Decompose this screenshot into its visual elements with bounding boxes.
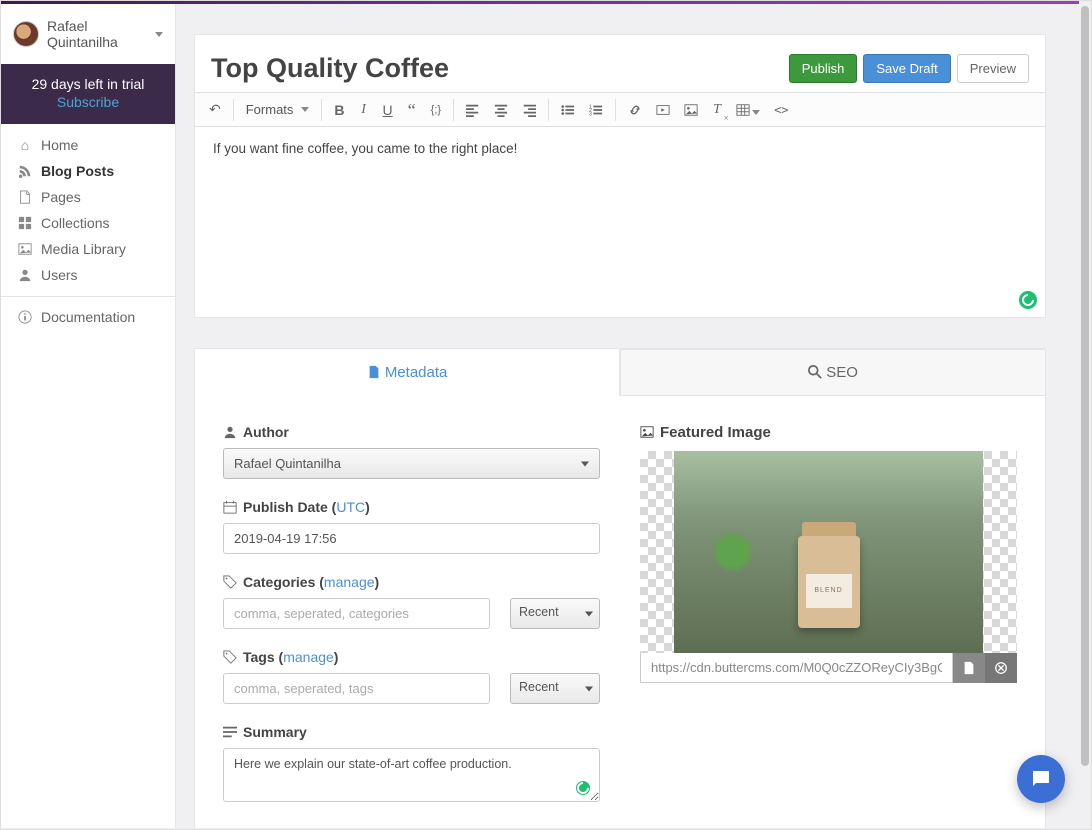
remove-image-button[interactable] xyxy=(985,653,1017,683)
categories-input[interactable] xyxy=(223,598,490,629)
home-icon: ⌂ xyxy=(17,137,33,153)
publish-button[interactable]: Publish xyxy=(789,54,858,83)
grid-icon xyxy=(17,215,33,231)
tags-recent-select[interactable]: Recent xyxy=(510,673,600,704)
editor-body[interactable]: If you want fine coffee, you came to the… xyxy=(195,127,1045,317)
user-name: Rafael Quintanilha xyxy=(47,18,151,50)
sidebar-item-documentation[interactable]: Documentation xyxy=(1,296,175,330)
image-icon xyxy=(17,241,33,257)
clear-format-icon[interactable]: T× xyxy=(706,98,728,122)
bullet-list-icon[interactable] xyxy=(555,98,581,122)
categories-recent-select[interactable]: Recent xyxy=(510,598,600,629)
formats-dropdown[interactable]: Formats xyxy=(240,98,316,121)
tab-metadata[interactable]: Metadata xyxy=(195,349,620,396)
undo-icon[interactable]: ↶ xyxy=(203,97,227,122)
sidebar: Rafael Quintanilha 29 days left in trial… xyxy=(1,4,176,828)
manage-tags-link[interactable]: manage xyxy=(283,649,334,665)
tags-input[interactable] xyxy=(223,673,490,704)
trial-text: 29 days left in trial xyxy=(32,76,145,92)
numbered-list-icon[interactable]: 123 xyxy=(583,98,609,122)
metadata-left: Author Rafael Quintanilha Publish Date (… xyxy=(223,424,600,825)
categories-field: Categories (manage) Recent xyxy=(223,574,600,629)
tab-seo[interactable]: SEO xyxy=(620,349,1045,396)
utc-link[interactable]: UTC xyxy=(336,499,365,515)
italic-icon[interactable]: I xyxy=(353,98,375,122)
editor-toolbar: ↶ Formats B I U “ {;} 123 xyxy=(195,92,1045,127)
chevron-down-icon xyxy=(585,611,593,616)
tags-field: Tags (manage) Recent xyxy=(223,649,600,704)
editor-card: Top Quality Coffee Publish Save Draft Pr… xyxy=(194,34,1046,318)
save-draft-button[interactable]: Save Draft xyxy=(863,54,950,83)
align-right-icon[interactable] xyxy=(516,98,542,122)
scrollbar-thumb[interactable] xyxy=(1081,6,1089,766)
chevron-down-icon xyxy=(301,107,309,112)
publish-date-input[interactable] xyxy=(223,523,600,554)
metadata-card: Metadata SEO Author Rafael Quintan xyxy=(194,348,1046,828)
avatar xyxy=(13,21,39,47)
align-left-icon[interactable] xyxy=(460,98,486,122)
chevron-down-icon xyxy=(585,686,593,691)
sidebar-item-blog-posts[interactable]: Blog Posts xyxy=(1,158,175,184)
upload-image-button[interactable] xyxy=(953,653,985,683)
sidebar-item-collections[interactable]: Collections xyxy=(1,210,175,236)
sidebar-item-media[interactable]: Media Library xyxy=(1,236,175,262)
publish-date-field: Publish Date (UTC) xyxy=(223,499,600,554)
list-icon xyxy=(223,724,237,740)
featured-url-input[interactable] xyxy=(640,653,953,683)
user-icon xyxy=(17,267,33,283)
chat-button[interactable] xyxy=(1017,755,1065,803)
metadata-right: Featured Image BLEND xyxy=(640,424,1017,825)
author-select[interactable]: Rafael Quintanilha xyxy=(223,448,600,479)
user-menu[interactable]: Rafael Quintanilha xyxy=(1,4,175,64)
align-center-icon[interactable] xyxy=(488,98,514,122)
sidebar-item-users[interactable]: Users xyxy=(1,262,175,288)
featured-image-wrap: BLEND xyxy=(640,451,1017,653)
file-icon xyxy=(17,189,33,205)
chevron-down-icon xyxy=(581,461,589,466)
manage-categories-link[interactable]: manage xyxy=(324,574,375,590)
summary-field: Summary xyxy=(223,724,600,805)
tags-icon xyxy=(223,649,237,665)
summary-textarea[interactable] xyxy=(223,748,600,802)
grammarly-icon[interactable] xyxy=(576,781,590,795)
table-icon[interactable] xyxy=(730,98,766,122)
trial-box: 29 days left in trial Subscribe xyxy=(1,64,175,124)
author-field: Author Rafael Quintanilha xyxy=(223,424,600,479)
tag-icon xyxy=(223,574,237,590)
blockquote-icon[interactable]: “ xyxy=(401,100,423,120)
image-icon xyxy=(640,424,654,441)
bold-icon[interactable]: B xyxy=(328,98,350,122)
svg-text:3: 3 xyxy=(589,111,592,117)
main: Top Quality Coffee Publish Save Draft Pr… xyxy=(176,4,1076,828)
underline-icon[interactable]: U xyxy=(377,98,399,122)
preview-button[interactable]: Preview xyxy=(957,54,1029,83)
info-icon xyxy=(17,309,33,325)
user-icon xyxy=(223,424,237,440)
subscribe-link[interactable]: Subscribe xyxy=(9,94,167,110)
insert-image-icon[interactable] xyxy=(678,98,704,122)
link-icon[interactable] xyxy=(622,98,648,122)
source-code-icon[interactable]: <> xyxy=(768,99,794,121)
grammarly-icon[interactable] xyxy=(1019,291,1037,309)
calendar-icon xyxy=(223,499,237,515)
sidebar-item-pages[interactable]: Pages xyxy=(1,184,175,210)
sidebar-item-home[interactable]: ⌂ Home xyxy=(1,132,175,158)
nav: ⌂ Home Blog Posts Pages Collections xyxy=(1,124,175,338)
featured-image[interactable]: BLEND xyxy=(674,451,983,653)
coffee-bag-graphic: BLEND xyxy=(798,536,860,628)
chevron-down-icon xyxy=(155,32,163,37)
page-title[interactable]: Top Quality Coffee xyxy=(211,53,783,84)
media-embed-icon[interactable] xyxy=(650,98,676,122)
rss-icon xyxy=(17,163,33,179)
scrollbar[interactable] xyxy=(1079,4,1091,828)
code-block-icon[interactable]: {;} xyxy=(425,100,447,120)
